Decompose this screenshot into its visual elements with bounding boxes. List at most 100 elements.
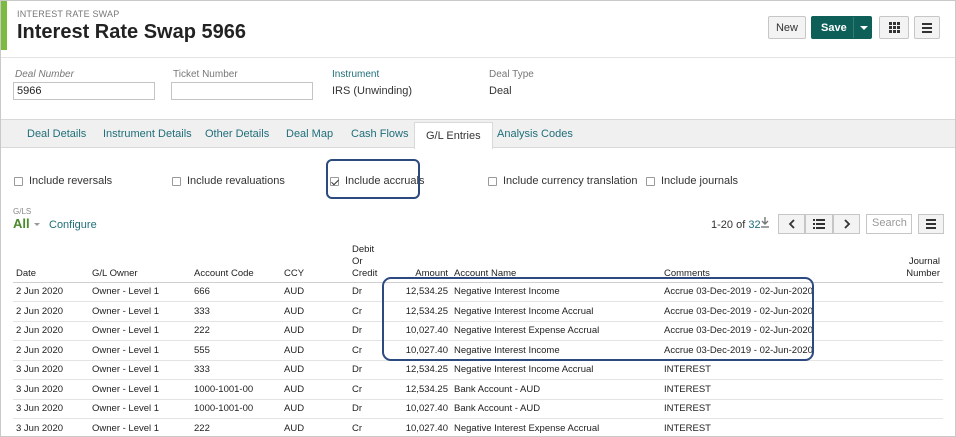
deal-type-label: Deal Type [489, 69, 534, 80]
cell-amount: 12,534.25 [387, 360, 451, 380]
new-button-label: New [775, 21, 798, 34]
cell-journal-number [891, 379, 943, 400]
next-page-button[interactable] [833, 214, 860, 234]
cell-account-code: 555 [191, 340, 281, 361]
column-header-ccy[interactable]: CCY [281, 239, 349, 283]
hamburger-icon [926, 219, 936, 229]
cell-ccy: AUD [281, 399, 349, 419]
checkbox-box[interactable] [14, 176, 23, 186]
table-row[interactable]: 2 Jun 2020 Owner - Level 1 666 AUD Dr 12,534.… [13, 282, 943, 302]
column-header-gl-owner[interactable]: G/L Owner [89, 239, 191, 283]
tab-cash-flows[interactable]: Cash Flows [351, 120, 408, 149]
cell-amount: 12,534.25 [387, 379, 451, 400]
column-header-date[interactable]: Date [13, 239, 89, 283]
table-body: 2 Jun 2020 Owner - Level 1 666 AUD Dr 12,534.… [13, 282, 943, 436]
new-button[interactable]: New [768, 16, 806, 39]
pager-summary: 1-20 of 32 [711, 219, 761, 231]
cell-comments: Accrue 03-Dec-2019 - 02-Jun-2020 [661, 340, 891, 361]
table-menu-button[interactable] [918, 214, 944, 234]
cell-comments: Accrue 03-Dec-2019 - 02-Jun-2020 [661, 301, 891, 322]
cell-account-code: 333 [191, 360, 281, 380]
cell-amount: 12,534.25 [387, 301, 451, 322]
tab-instrument-details[interactable]: Instrument Details [103, 120, 192, 149]
cell-journal-number [891, 321, 943, 341]
ticket-number-field[interactable] [171, 82, 313, 100]
pager-of: of [736, 219, 746, 231]
include-revaluations-checkbox[interactable]: Include revaluations [172, 175, 285, 187]
checkbox-box[interactable] [646, 176, 655, 186]
cell-journal-number [891, 282, 943, 302]
include-journals-checkbox[interactable]: Include journals [646, 175, 738, 187]
include-currency-translation-label: Include currency translation [503, 175, 638, 187]
cell-ccy: AUD [281, 282, 349, 302]
checkbox-box[interactable] [172, 176, 181, 186]
include-reversals-label: Include reversals [29, 175, 113, 187]
cell-journal-number [891, 399, 943, 419]
cell-journal-number [891, 340, 943, 361]
checkbox-box[interactable] [488, 176, 497, 186]
pager-range: 1-20 [711, 219, 734, 231]
include-currency-translation-checkbox[interactable]: Include currency translation [488, 175, 638, 187]
column-header-amount[interactable]: Amount [387, 239, 451, 283]
configure-link[interactable]: Configure [49, 219, 97, 231]
gls-selector[interactable]: All [13, 216, 30, 231]
tab-analysis-codes[interactable]: Analysis Codes [497, 120, 573, 149]
pager-total[interactable]: 32 [748, 219, 760, 231]
cell-date: 3 Jun 2020 [13, 360, 89, 380]
chevron-down-icon[interactable] [860, 26, 868, 30]
cell-comments: Accrue 03-Dec-2019 - 02-Jun-2020 [661, 282, 891, 302]
save-divider [853, 17, 854, 38]
cell-gl-owner: Owner - Level 1 [89, 301, 191, 322]
instrument-value: IRS (Unwinding) [332, 85, 413, 97]
tab-bar: Deal Details Instrument Details Other De… [1, 119, 955, 150]
cell-account-code: 222 [191, 321, 281, 341]
table-row[interactable]: 3 Jun 2020 Owner - Level 1 1000-1001-00 AUD… [13, 379, 943, 400]
highlight-box [326, 159, 420, 199]
tab-other-details[interactable]: Other Details [205, 120, 269, 149]
table-row[interactable]: 3 Jun 2020 Owner - Level 1 1000-1001-00 AUD… [13, 399, 943, 419]
cell-comments: INTEREST [661, 360, 891, 380]
grid-view-button[interactable] [879, 16, 909, 39]
deal-number-field[interactable]: 5966 [13, 82, 155, 100]
cell-account-name: Negative Interest Income [451, 282, 661, 302]
cell-debit-or-credit: Cr [349, 301, 387, 322]
tab-gl-entries[interactable]: G/L Entries [414, 122, 493, 150]
column-header-journal-number[interactable]: Journal Number [891, 239, 943, 283]
cell-account-name: Negative Interest Expense Accrual [451, 418, 661, 436]
table-row[interactable]: 3 Jun 2020 Owner - Level 1 222 AUD Cr 10,027.… [13, 418, 943, 436]
cell-journal-number [891, 418, 943, 436]
app-window: INTEREST RATE SWAP Interest Rate Swap 59… [0, 0, 956, 437]
cell-account-name: Negative Interest Expense Accrual [451, 321, 661, 341]
cell-amount: 10,027.40 [387, 418, 451, 436]
column-header-account-code[interactable]: Account Code [191, 239, 281, 283]
tab-deal-map[interactable]: Deal Map [286, 120, 333, 149]
cell-amount: 10,027.40 [387, 321, 451, 341]
tab-deal-details[interactable]: Deal Details [27, 120, 86, 149]
cell-comments: INTEREST [661, 379, 891, 400]
menu-button[interactable] [914, 16, 940, 39]
search-input[interactable]: Search [866, 214, 912, 234]
column-header-comments[interactable]: Comments [661, 239, 891, 283]
download-icon[interactable] [760, 216, 770, 229]
cell-journal-number [891, 301, 943, 322]
page-subtitle: INTEREST RATE SWAP [17, 9, 120, 19]
cell-ccy: AUD [281, 360, 349, 380]
column-header-account-name[interactable]: Account Name [451, 239, 661, 283]
previous-page-button[interactable] [778, 214, 805, 234]
cell-date: 3 Jun 2020 [13, 399, 89, 419]
cell-date: 2 Jun 2020 [13, 282, 89, 302]
cell-ccy: AUD [281, 340, 349, 361]
table-row[interactable]: 2 Jun 2020 Owner - Level 1 222 AUD Dr 10,027.… [13, 321, 943, 341]
column-header-debit-or-credit[interactable]: Debit Or Credit [349, 239, 387, 283]
page-header: INTEREST RATE SWAP Interest Rate Swap 59… [1, 1, 955, 56]
cell-gl-owner: Owner - Level 1 [89, 360, 191, 380]
hamburger-icon [922, 22, 932, 33]
list-view-button[interactable] [805, 214, 833, 234]
table-row[interactable]: 2 Jun 2020 Owner - Level 1 555 AUD Cr 10,027.… [13, 340, 943, 361]
table-row[interactable]: 3 Jun 2020 Owner - Level 1 333 AUD Dr 12,534.… [13, 360, 943, 380]
instrument-label[interactable]: Instrument [332, 69, 379, 80]
table-row[interactable]: 2 Jun 2020 Owner - Level 1 333 AUD Cr 12,534.… [13, 301, 943, 322]
save-button[interactable]: Save [811, 16, 872, 39]
include-reversals-checkbox[interactable]: Include reversals [14, 175, 112, 187]
chevron-down-icon[interactable] [34, 223, 40, 226]
